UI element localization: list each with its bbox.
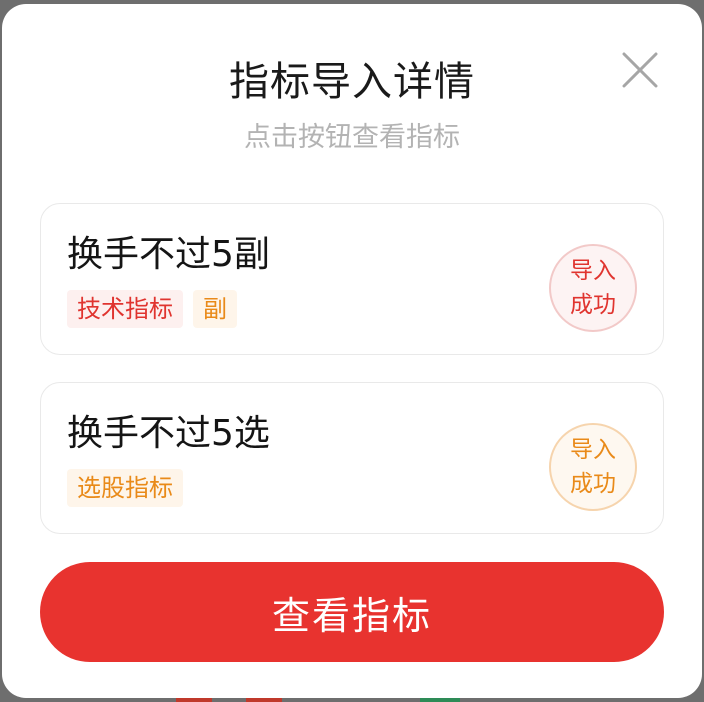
close-icon <box>622 52 658 88</box>
indicator-tags: 技术指标 副 <box>67 290 237 328</box>
indicator-type-tag: 选股指标 <box>67 469 183 507</box>
backdrop-strip-red <box>176 698 212 702</box>
stamp-line-2: 成功 <box>570 471 616 497</box>
indicator-type-tag: 技术指标 <box>67 290 183 328</box>
indicator-name: 换手不过5副 <box>67 234 270 275</box>
indicator-tags: 选股指标 <box>67 469 183 507</box>
backdrop-strip-red <box>246 698 282 702</box>
import-details-dialog: 指标导入详情 点击按钮查看指标 换手不过5副 技术指标 副 导入 成功 换手不过… <box>2 4 702 698</box>
indicator-name: 换手不过5选 <box>67 413 270 454</box>
import-success-stamp: 导入 成功 <box>549 423 637 511</box>
indicator-card: 换手不过5副 技术指标 副 导入 成功 <box>40 203 664 355</box>
indicator-subtype-tag: 副 <box>193 290 237 328</box>
stamp-line-1: 导入 <box>570 437 616 463</box>
indicator-card: 换手不过5选 选股指标 导入 成功 <box>40 382 664 534</box>
view-indicators-button[interactable]: 查看指标 <box>40 562 664 662</box>
close-button[interactable] <box>616 46 664 94</box>
stamp-line-1: 导入 <box>570 258 616 284</box>
dialog-title: 指标导入详情 <box>229 59 475 105</box>
backdrop-strip-green <box>420 698 460 702</box>
import-success-stamp: 导入 成功 <box>549 244 637 332</box>
dialog-subtitle: 点击按钮查看指标 <box>244 122 460 153</box>
stamp-line-2: 成功 <box>570 292 616 318</box>
